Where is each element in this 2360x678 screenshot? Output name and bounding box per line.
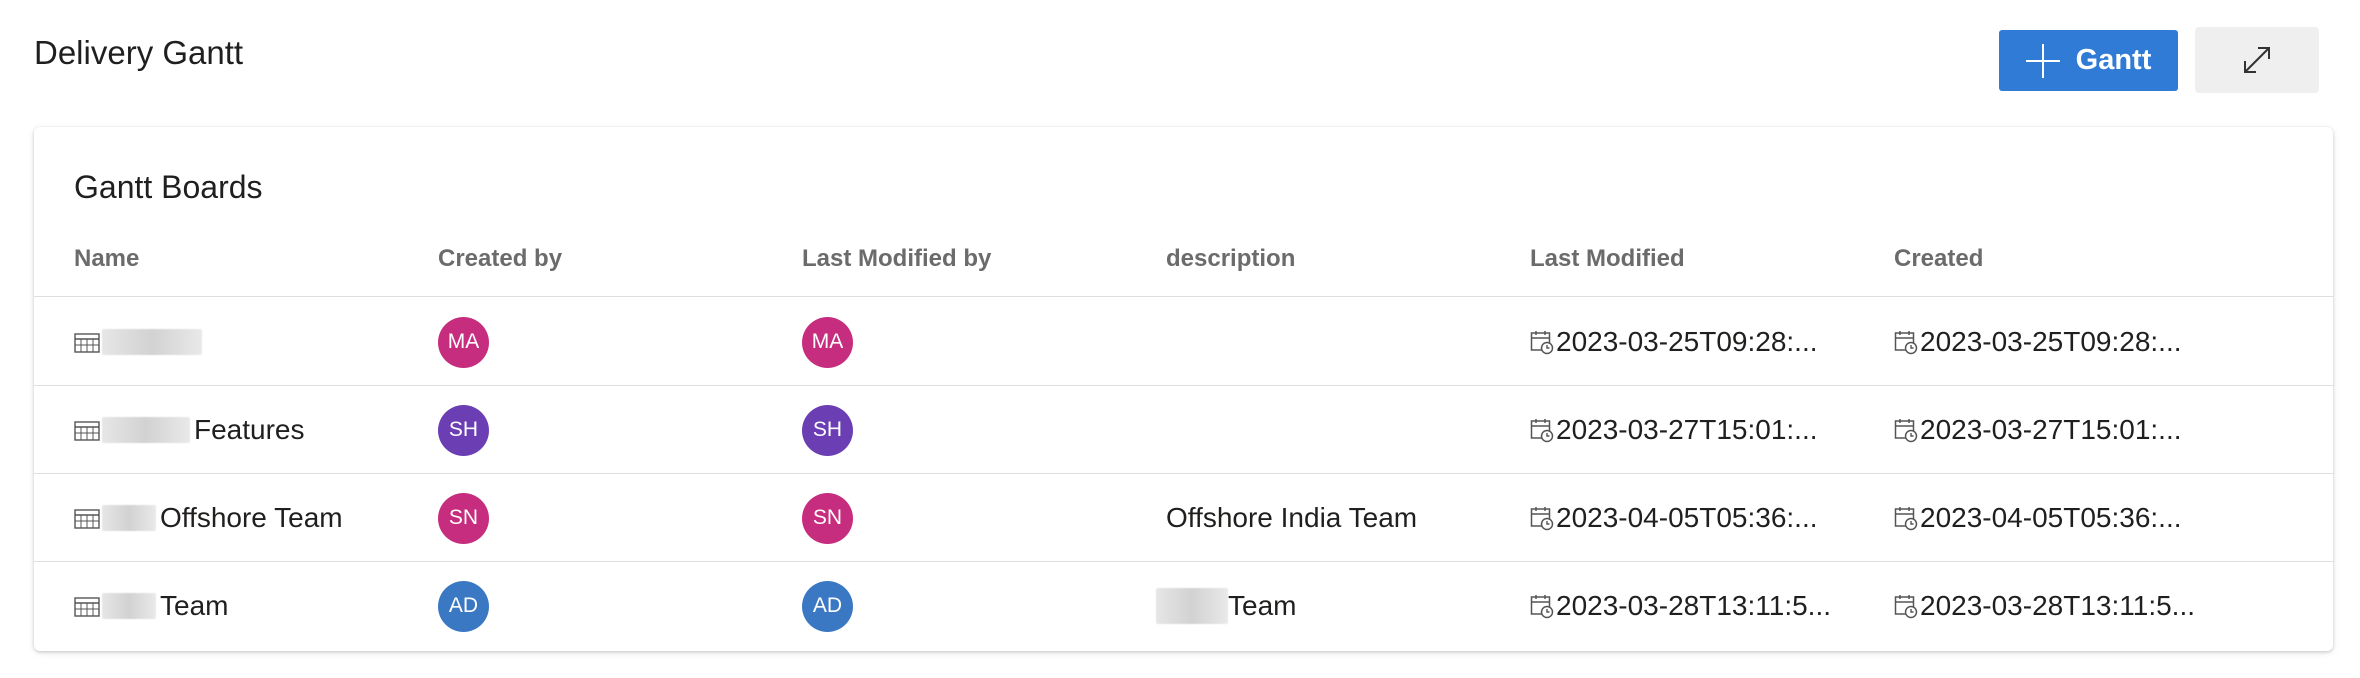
last-modified-by-cell: AD bbox=[802, 562, 853, 650]
created-value: 2023-04-05T05:36:... bbox=[1920, 502, 2182, 533]
expand-icon bbox=[2244, 47, 2270, 73]
board-name: Team bbox=[160, 590, 229, 621]
add-gantt-label: Gantt bbox=[2075, 44, 2152, 76]
created-by-cell: MA bbox=[438, 298, 489, 386]
description-cell: Team bbox=[1156, 562, 1296, 650]
avatar: AD bbox=[802, 580, 853, 632]
created-value: 2023-03-25T09:28:... bbox=[1920, 326, 2182, 357]
name-cell[interactable]: Features bbox=[74, 386, 305, 474]
calendar-clock-icon bbox=[1894, 329, 1918, 355]
redacted-text bbox=[1156, 588, 1228, 624]
redacted-text bbox=[102, 505, 156, 531]
calendar-clock-icon bbox=[1530, 417, 1554, 443]
calendar-clock-icon bbox=[1530, 329, 1554, 355]
column-header-last-modified-by[interactable]: Last Modified by bbox=[802, 245, 991, 273]
avatar: MA bbox=[438, 316, 489, 368]
created-cell: 2023-04-05T05:36:... bbox=[1894, 474, 2182, 562]
avatar: SH bbox=[438, 404, 489, 456]
redacted-text bbox=[102, 593, 156, 619]
last-modified-cell: 2023-03-25T09:28:... bbox=[1530, 298, 1818, 386]
column-header-created-by[interactable]: Created by bbox=[438, 245, 562, 273]
calendar-clock-icon bbox=[1530, 593, 1554, 619]
created-value: 2023-03-27T15:01:... bbox=[1920, 414, 2182, 445]
gantt-board-icon bbox=[74, 594, 100, 618]
created-value: 2023-03-28T13:11:5... bbox=[1920, 590, 2196, 621]
created-cell: 2023-03-27T15:01:... bbox=[1894, 386, 2182, 474]
column-header-description[interactable]: description bbox=[1166, 245, 1295, 273]
description-text: Team bbox=[1228, 590, 1297, 621]
last-modified-cell: 2023-03-27T15:01:... bbox=[1530, 386, 1818, 474]
calendar-clock-icon bbox=[1894, 593, 1918, 619]
table-row[interactable]: Features SH SH 2023-03-27T15:01:... 2023-03-… bbox=[34, 386, 2333, 474]
last-modified-by-cell: MA bbox=[802, 298, 853, 386]
table-row[interactable]: Team AD AD Team 2023-03-28T13:11:5... 2023-03… bbox=[34, 562, 2333, 650]
created-by-cell: AD bbox=[438, 562, 489, 650]
avatar: SH bbox=[802, 404, 853, 456]
name-cell[interactable]: Offshore Team bbox=[74, 474, 343, 562]
gantt-board-icon bbox=[74, 418, 100, 442]
table-row[interactable]: Offshore Team SN SN Offshore India Team 2023… bbox=[34, 474, 2333, 562]
plus-icon bbox=[2025, 43, 2060, 78]
calendar-clock-icon bbox=[1894, 417, 1918, 443]
name-cell[interactable]: Team bbox=[74, 562, 228, 650]
column-header-created[interactable]: Created bbox=[1894, 245, 1983, 273]
created-cell: 2023-03-28T13:11:5... bbox=[1894, 562, 2195, 650]
last-modified-value: 2023-03-28T13:11:5... bbox=[1556, 590, 1832, 621]
table-row[interactable]: MA MA 2023-03-25T09:28:... 2023-03-25T09:28… bbox=[34, 298, 2333, 386]
last-modified-value: 2023-04-05T05:36:... bbox=[1556, 502, 1818, 533]
redacted-text bbox=[102, 329, 202, 355]
last-modified-by-cell: SH bbox=[802, 386, 853, 474]
last-modified-cell: 2023-03-28T13:11:5... bbox=[1530, 562, 1831, 650]
avatar: SN bbox=[438, 492, 489, 544]
description-cell: Offshore India Team bbox=[1166, 474, 1417, 562]
board-name: Offshore Team bbox=[160, 502, 343, 533]
card-title: Gantt Boards bbox=[74, 169, 263, 205]
column-header-name[interactable]: Name bbox=[74, 245, 139, 273]
calendar-clock-icon bbox=[1530, 505, 1554, 531]
avatar: MA bbox=[802, 316, 853, 368]
redacted-text bbox=[102, 417, 190, 443]
description-text: Offshore India Team bbox=[1166, 502, 1418, 533]
last-modified-value: 2023-03-25T09:28:... bbox=[1556, 326, 1818, 357]
last-modified-cell: 2023-04-05T05:36:... bbox=[1530, 474, 1818, 562]
avatar: AD bbox=[438, 580, 489, 632]
add-gantt-button[interactable]: Gantt bbox=[1999, 30, 2178, 91]
created-cell: 2023-03-25T09:28:... bbox=[1894, 298, 2182, 386]
gantt-board-icon bbox=[74, 330, 100, 354]
page-title: Delivery Gantt bbox=[34, 34, 244, 71]
column-header-last-modified[interactable]: Last Modified bbox=[1530, 245, 1685, 273]
gantt-boards-card: Gantt Boards Name Created by Last Modifi… bbox=[34, 127, 2333, 651]
expand-button[interactable] bbox=[2195, 27, 2319, 93]
last-modified-by-cell: SN bbox=[802, 474, 853, 562]
calendar-clock-icon bbox=[1894, 505, 1918, 531]
created-by-cell: SH bbox=[438, 386, 489, 474]
last-modified-value: 2023-03-27T15:01:... bbox=[1556, 414, 1818, 445]
created-by-cell: SN bbox=[438, 474, 489, 562]
gantt-board-icon bbox=[74, 506, 100, 530]
avatar: SN bbox=[802, 492, 853, 544]
name-cell[interactable] bbox=[74, 298, 206, 386]
board-name: Features bbox=[194, 414, 305, 445]
